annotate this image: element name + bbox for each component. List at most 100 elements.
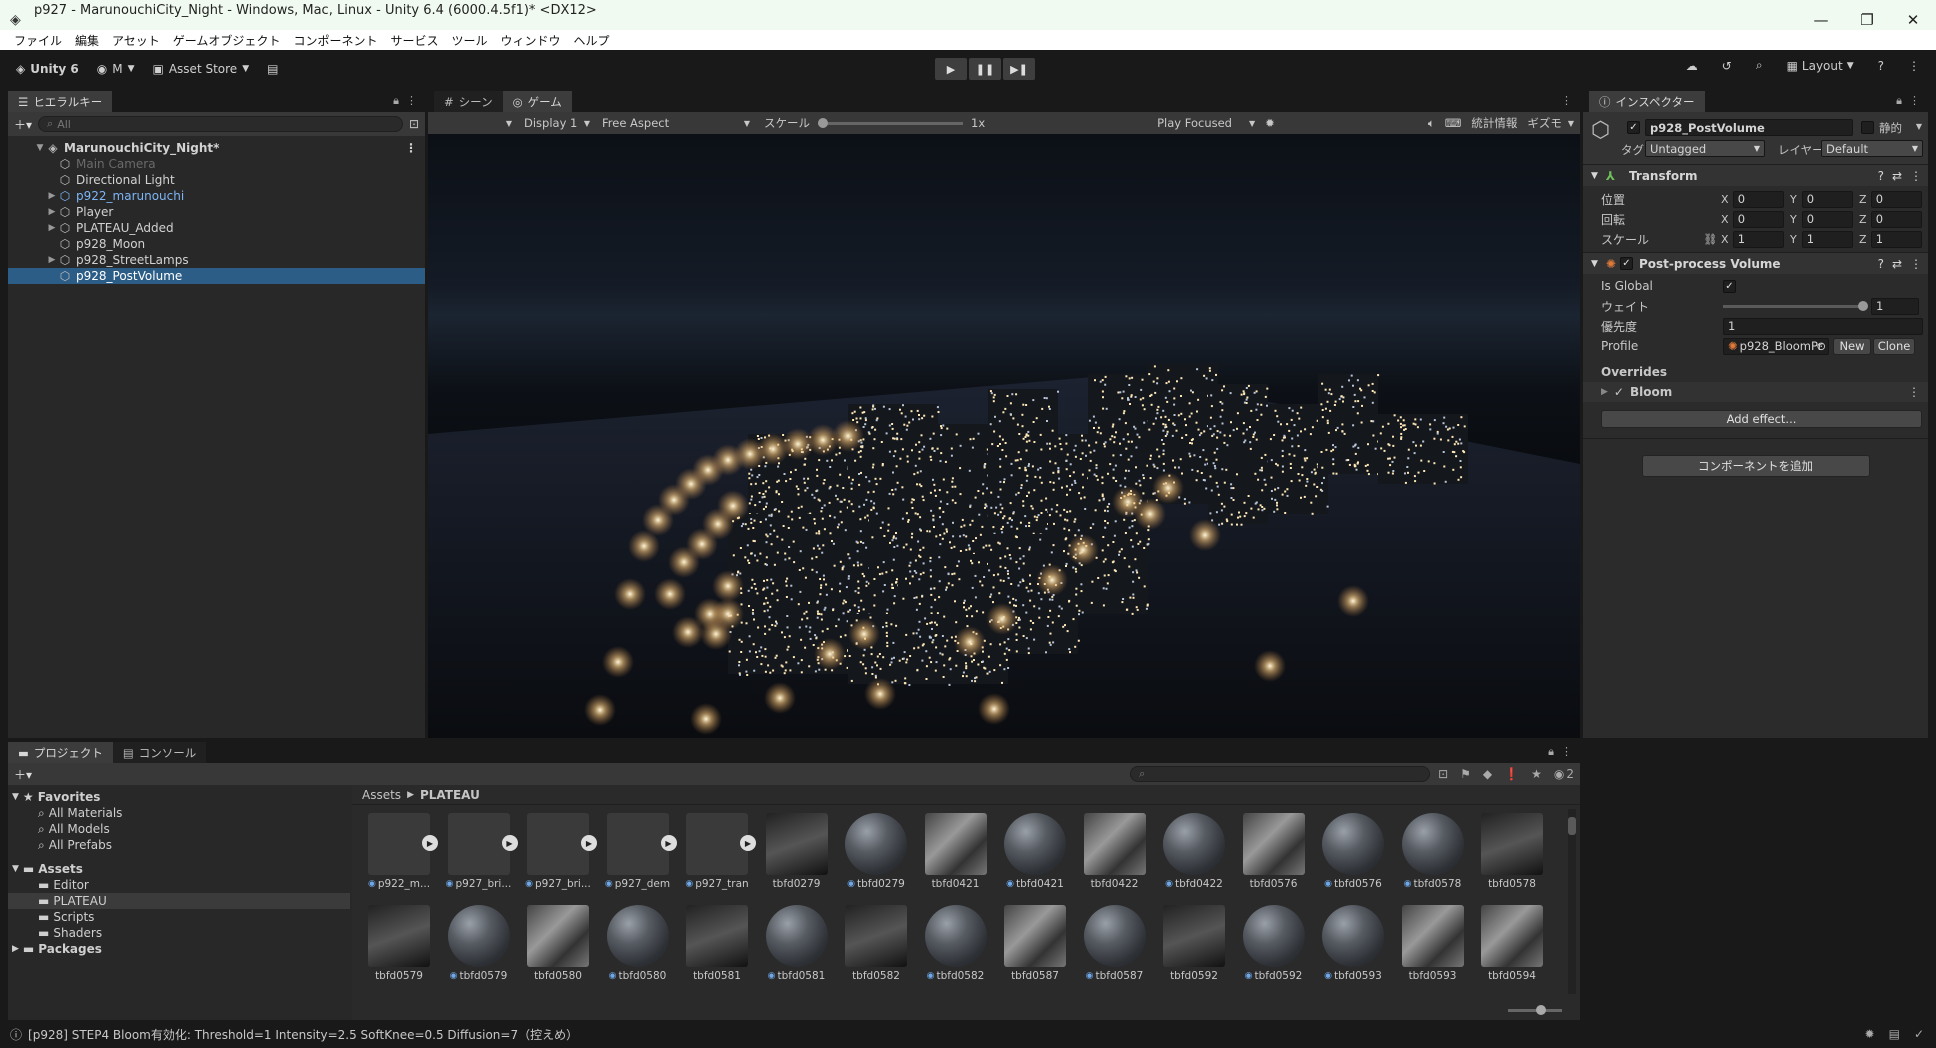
more-icon[interactable]: ⋮ — [1909, 94, 1920, 107]
profile-new-button[interactable]: New — [1833, 337, 1871, 355]
menu-component[interactable]: コンポーネント — [293, 32, 377, 49]
asset-item[interactable]: tbfd0422 — [1078, 813, 1152, 890]
play-overlay-icon[interactable]: ▶ — [422, 835, 438, 851]
asset-item[interactable]: tbfd0576 — [1237, 813, 1311, 890]
rotation-x-field[interactable]: 0 — [1732, 210, 1784, 228]
filter-type-icon[interactable]: ⚑ — [1460, 767, 1471, 781]
chevron-down-icon[interactable]: ▼ — [1916, 122, 1922, 131]
expand-arrow-icon[interactable]: ▶ — [46, 191, 58, 201]
debug-icon[interactable]: ✹ — [1865, 1027, 1875, 1041]
bloom-override-row[interactable]: ▶ ✓ Bloom ⋮ — [1583, 382, 1928, 402]
more-icon[interactable]: ⋮ — [405, 141, 417, 155]
aspect-dropdown[interactable]: Free Aspect ▼ — [596, 113, 756, 133]
asset-item[interactable]: tbfd0594 — [1475, 905, 1549, 982]
account-dropdown[interactable]: ◉ M ▼ — [97, 62, 135, 76]
static-checkbox[interactable] — [1861, 121, 1874, 134]
zoom-slider-handle[interactable] — [1536, 1005, 1546, 1015]
layer-dropdown[interactable]: Default ▼ — [1821, 140, 1923, 157]
asset-item[interactable]: ◉ tbfd0279 — [839, 813, 913, 890]
label-icon[interactable]: ◆ — [1483, 767, 1492, 781]
more-icon[interactable]: ⋮ — [1561, 94, 1572, 107]
scale-z-field[interactable]: 1 — [1870, 230, 1922, 248]
add-icon[interactable]: ＋▾ — [14, 766, 32, 783]
tag-dropdown[interactable]: Untagged ▼ — [1645, 140, 1765, 157]
object-name-field[interactable]: p928_PostVolume — [1645, 119, 1853, 136]
asset-item[interactable]: ◉ tbfd0593 — [1316, 905, 1390, 982]
asset-item[interactable]: ▶ ◉ p922_m... — [362, 813, 438, 890]
menu-window[interactable]: ウィンドウ — [501, 32, 561, 49]
ppv-enabled-checkbox[interactable]: ✓ — [1619, 257, 1633, 270]
tab-game[interactable]: ◎ ゲーム — [502, 91, 572, 112]
menu-edit[interactable]: 編集 — [75, 32, 99, 49]
step-button[interactable]: ▶❚ — [1003, 58, 1035, 80]
more-icon[interactable]: ⋮ — [1561, 745, 1572, 758]
more-icon[interactable]: ⋮ — [1908, 59, 1920, 73]
asset-item[interactable]: ◉ tbfd0592 — [1237, 905, 1311, 982]
object-picker-icon[interactable]: ⊙ — [1816, 339, 1826, 353]
play-overlay-icon[interactable]: ▶ — [501, 835, 518, 851]
asset-item[interactable]: ◉ tbfd0576 — [1316, 813, 1390, 890]
asset-folder[interactable]: ▬ PLATEAU — [8, 893, 350, 909]
foldout-arrow-icon[interactable]: ▼ — [1591, 259, 1598, 269]
unity-button[interactable]: ◈ Unity 6 — [16, 62, 79, 76]
more-icon[interactable]: ⋮ — [1910, 257, 1922, 271]
asset-item[interactable]: tbfd0587 — [998, 905, 1072, 982]
tab-project[interactable]: ▬ プロジェクト — [8, 742, 113, 763]
active-checkbox[interactable]: ✓ — [1627, 121, 1640, 134]
asset-item[interactable]: tbfd0593 — [1396, 905, 1470, 982]
tab-console[interactable]: ▤ コンソール — [112, 742, 207, 763]
hierarchy-item[interactable]: ▶ ⬡ Player — [8, 204, 425, 220]
asset-folder[interactable]: ▬ Shaders — [8, 925, 350, 941]
asset-item[interactable]: ▶ ◉ p927_dem — [601, 813, 677, 890]
scale-slider-handle[interactable] — [818, 117, 828, 128]
favorite-item[interactable]: ⌕ All Models — [8, 821, 350, 837]
preset-icon[interactable]: ⇄ — [1892, 169, 1902, 183]
transform-header[interactable]: ▼ ⅄ Transform ? ⇄ ⋮ — [1583, 164, 1928, 186]
hierarchy-search-input[interactable]: ⌕ All — [38, 116, 403, 132]
favorites-root[interactable]: ▼ ★ Favorites — [8, 789, 350, 805]
bug-icon[interactable]: ✹ — [1265, 116, 1275, 130]
check-icon[interactable]: ✓ — [1914, 1027, 1924, 1041]
hierarchy-item[interactable]: ▶ ⬡ p922_marunouchi — [8, 188, 425, 204]
scale-y-field[interactable]: 1 — [1801, 230, 1853, 248]
menu-tools[interactable]: ツール — [451, 32, 487, 49]
position-z-field[interactable]: 0 — [1870, 190, 1922, 208]
packages-root[interactable]: ▶ ▬ Packages — [8, 941, 350, 957]
weight-slider[interactable] — [1723, 300, 1868, 311]
asset-item[interactable]: ◉ tbfd0580 — [601, 905, 675, 982]
rotation-y-field[interactable]: 0 — [1801, 210, 1853, 228]
progress-icon[interactable]: ▤ — [1889, 1027, 1900, 1041]
tab-hierarchy[interactable]: ☰ ヒエラルキー — [8, 91, 113, 112]
play-overlay-icon[interactable]: ▶ — [660, 835, 677, 851]
asset-item[interactable]: ▶ ◉ p927_bri... — [521, 813, 597, 890]
expand-arrow-icon[interactable]: ▶ — [12, 944, 19, 954]
menu-help[interactable]: ヘルプ — [574, 32, 610, 49]
hidden-packages-toggle[interactable]: ◉ 2 — [1554, 767, 1574, 781]
pause-button[interactable]: ❚❚ — [969, 58, 1001, 80]
asset-store-dropdown[interactable]: ▣ Asset Store ▼ — [153, 62, 250, 76]
lock-icon[interactable]: 🔒︎ — [1896, 94, 1902, 108]
importer-icon[interactable]: ❗ — [1504, 767, 1519, 781]
play-mode-dropdown[interactable]: Play Focused ▼ — [1151, 113, 1261, 133]
weight-field[interactable]: 1 — [1871, 297, 1919, 315]
add-icon[interactable]: ＋▾ — [14, 116, 32, 133]
scale-slider[interactable] — [818, 117, 963, 128]
gizmos-dropdown[interactable]: ギズモ ▼ — [1527, 115, 1574, 131]
asset-item[interactable]: tbfd0578 — [1475, 813, 1549, 890]
profile-field[interactable]: ✺ p928_BloomPr ⊙ — [1723, 337, 1829, 355]
bloom-enabled-check-icon[interactable]: ✓ — [1614, 385, 1624, 399]
ppv-header[interactable]: ▼ ✺ ✓ Post-process Volume ? ⇄ ⋮ — [1583, 252, 1928, 274]
favorite-item[interactable]: ⌕ All Materials — [8, 805, 350, 821]
menu-assets[interactable]: アセット — [112, 32, 160, 49]
asset-item[interactable]: tbfd0582 — [839, 905, 913, 982]
expand-arrow-icon[interactable]: ▶ — [46, 223, 58, 233]
asset-folder[interactable]: ▬ Editor — [8, 877, 350, 893]
foldout-arrow-icon[interactable]: ▶ — [1601, 387, 1608, 397]
audio-mute-icon[interactable]: 🔈︎ — [1428, 116, 1435, 131]
hierarchy-item[interactable]: ▶ ⬡ PLATEAU_Added — [8, 220, 425, 236]
priority-field[interactable]: 1 — [1723, 317, 1923, 335]
constrain-link-icon[interactable]: ⛓ — [1703, 233, 1721, 246]
asset-item[interactable]: ◉ tbfd0421 — [998, 813, 1072, 890]
menu-file[interactable]: ファイル — [14, 32, 62, 49]
profile-clone-button[interactable]: Clone — [1873, 337, 1915, 355]
